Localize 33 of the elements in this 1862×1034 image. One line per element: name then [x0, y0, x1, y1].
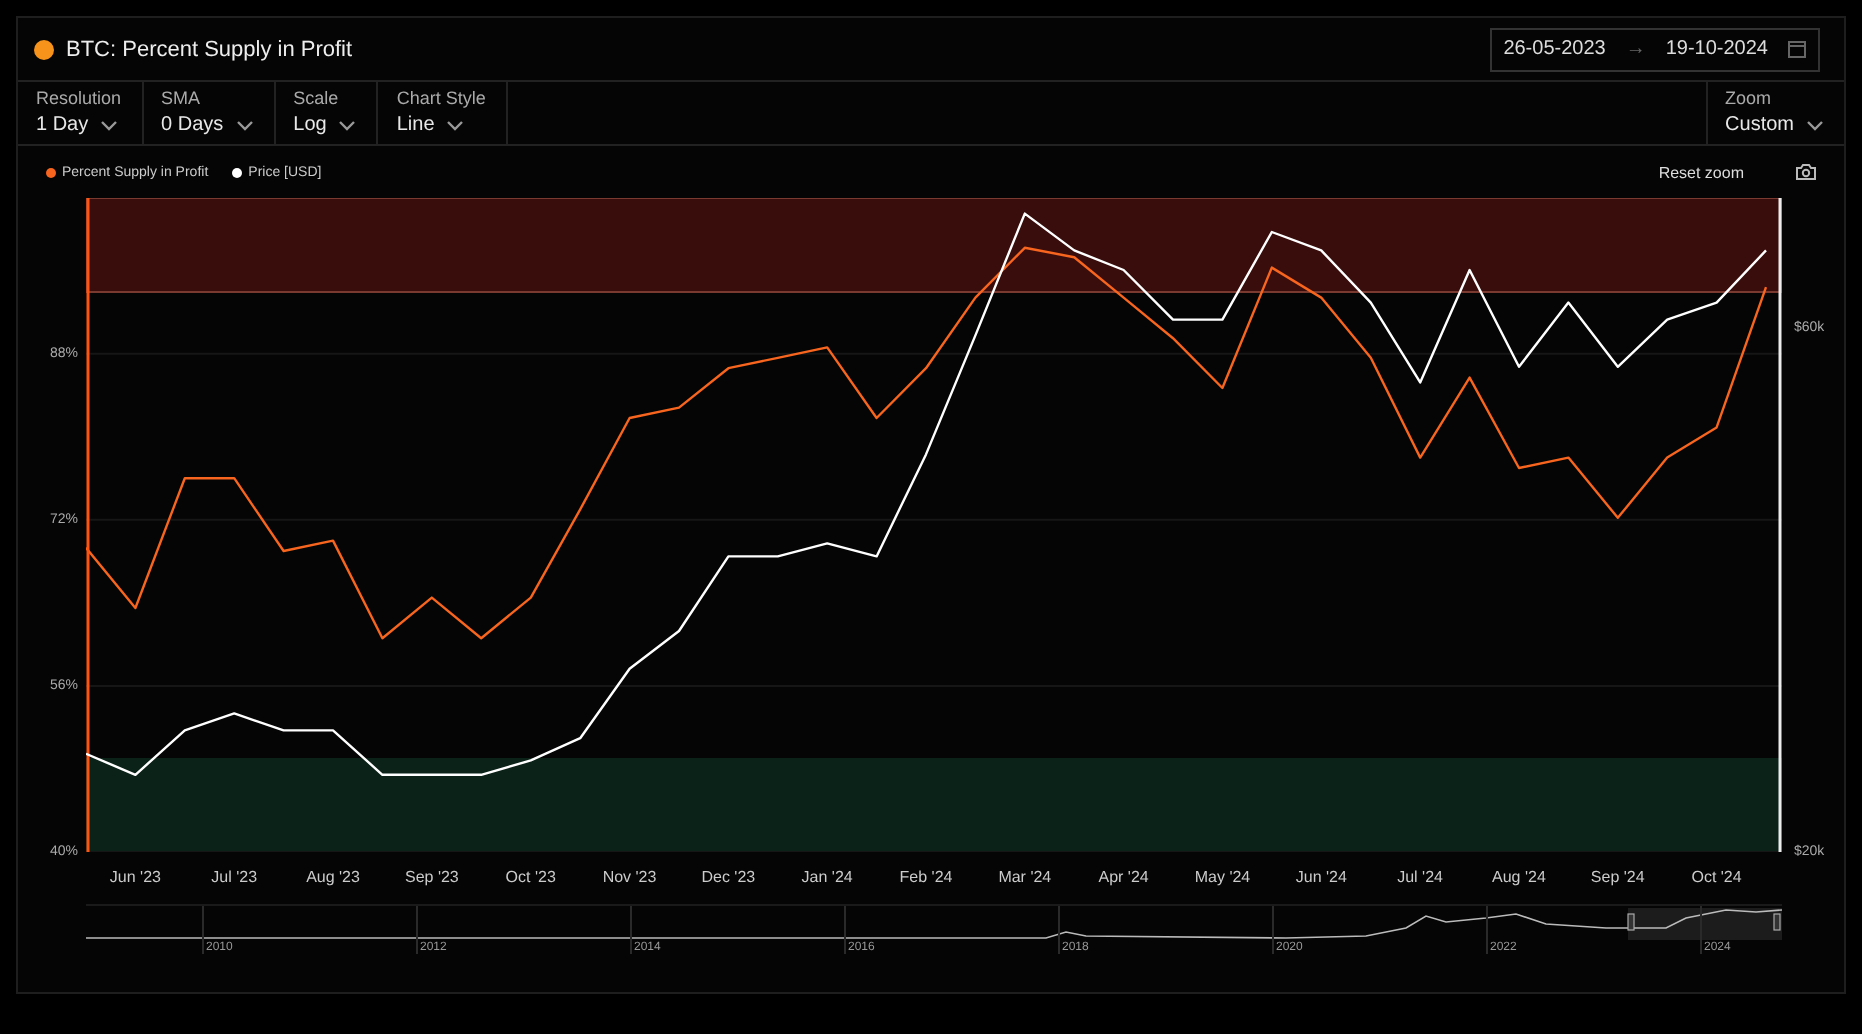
axis-label: Feb '24	[899, 868, 953, 886]
axis-label: Jul '24	[1397, 868, 1443, 886]
axis-label: May '24	[1194, 868, 1251, 886]
dropdown[interactable]: Resolution 1 Day	[18, 82, 144, 144]
axis-label: Oct '24	[1691, 868, 1742, 886]
reset-zoom-button[interactable]: Reset zoom	[1658, 163, 1744, 181]
calendar-icon	[1788, 40, 1806, 58]
axis-label: Jul '23	[211, 868, 258, 886]
axis-label: Oct '23	[505, 868, 556, 886]
date-range-field[interactable]: 26-05-2023 → 19-10-2024	[1489, 27, 1820, 71]
dropdown[interactable]: Scale Log	[275, 82, 379, 144]
axis-label: Mar '24	[998, 868, 1052, 886]
chevron-icon	[100, 119, 119, 131]
axis-label: Dec '23	[701, 868, 756, 886]
dropdown[interactable]: Chart Style Line	[378, 82, 508, 144]
dropdown[interactable]: Zoom Custom	[1705, 82, 1844, 144]
axis-label: Jun '24	[1295, 868, 1347, 886]
chevron-icon	[338, 119, 357, 131]
axis-label: Aug '24	[1492, 868, 1546, 886]
axis-label: Jan '24	[801, 868, 853, 886]
bitcoin-icon	[34, 39, 54, 59]
dropdown[interactable]: SMA 0 Days	[143, 82, 276, 144]
axis-label: Aug '23	[306, 868, 360, 886]
camera-icon[interactable]	[1796, 164, 1816, 180]
chevron-icon	[446, 119, 465, 131]
chevron-icon	[1806, 119, 1824, 131]
chevron-icon	[235, 119, 254, 131]
axis-label: Nov '23	[602, 868, 657, 886]
axis-label: Apr '24	[1098, 868, 1149, 886]
axis-label: Sep '24	[1590, 868, 1645, 886]
window-title: BTC: Percent Supply in Profit	[66, 37, 355, 61]
axis-label: Jun '23	[109, 868, 161, 886]
axis-label: Sep '23	[405, 868, 459, 886]
